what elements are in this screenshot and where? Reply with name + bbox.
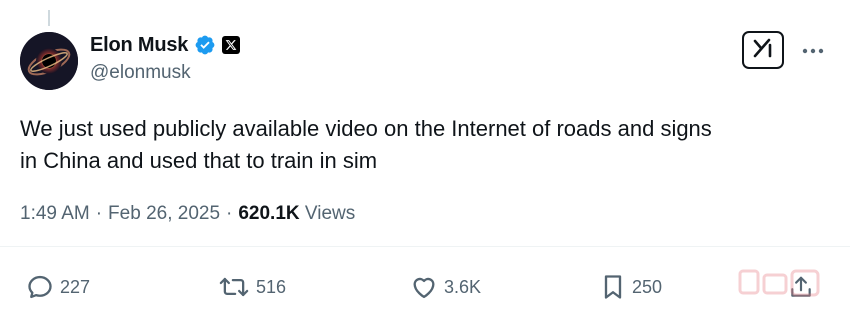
reply-button[interactable]: 227	[26, 273, 90, 301]
like-button[interactable]: 3.6K	[410, 273, 481, 301]
verified-badge-icon	[194, 34, 216, 56]
bookmark-count: 250	[632, 276, 663, 297]
more-icon	[802, 41, 824, 59]
bookmark-icon	[600, 273, 626, 301]
meta-separator: ·	[95, 203, 103, 224]
divider	[0, 246, 850, 247]
more-options-button[interactable]	[800, 40, 826, 60]
share-button[interactable]	[788, 273, 814, 301]
thread-connector-line	[48, 10, 50, 26]
author-handle[interactable]: @elonmusk	[90, 62, 191, 84]
heart-icon	[410, 273, 438, 301]
author-display-name[interactable]: Elon Musk	[90, 34, 188, 57]
views-label: Views	[304, 203, 356, 224]
repost-button[interactable]: 516	[218, 273, 286, 301]
views-count: 620.1K	[238, 203, 300, 224]
reply-icon	[26, 273, 54, 301]
share-icon	[788, 273, 814, 301]
tweet-text: We just used publicly available video on…	[20, 116, 712, 173]
author-name-row: Elon Musk	[90, 32, 241, 58]
x-logo-icon[interactable]	[222, 36, 241, 54]
grok-button[interactable]	[742, 31, 784, 69]
repost-icon	[218, 273, 250, 301]
like-count: 3.6K	[444, 276, 482, 297]
grok-icon	[750, 36, 776, 65]
meta-separator-2: ·	[226, 203, 233, 224]
repost-count: 516	[256, 276, 287, 297]
tweet-meta: 1:49 AM · Feb 26, 2025 · 620.1K Views	[20, 203, 355, 225]
avatar[interactable]	[20, 32, 78, 90]
tweet-date[interactable]: Feb 26, 2025	[108, 203, 220, 225]
bookmark-button[interactable]: 250	[600, 273, 662, 301]
tweet-time[interactable]: 1:49 AM	[20, 203, 90, 225]
reply-count: 227	[60, 276, 91, 297]
